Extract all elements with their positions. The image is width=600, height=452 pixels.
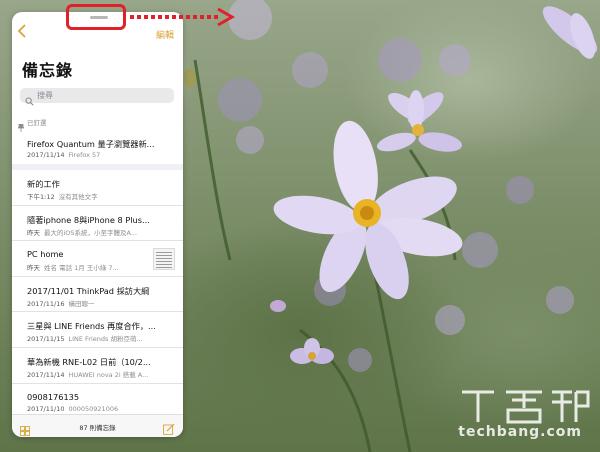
- note-title: 0908176135: [27, 391, 80, 402]
- pin-icon: [17, 117, 25, 132]
- notes-list-panel: 編輯 備忘錄 搜尋 已釘選 Firefox Quantum 量子瀏覽器新... 2…: [12, 12, 183, 437]
- annotation-arrow-right: [130, 7, 236, 27]
- note-date: 下午1:12: [27, 193, 55, 201]
- note-preview: LINE Friends 胡粉亞萌...: [68, 335, 143, 344]
- note-title: 新的工作: [27, 179, 60, 189]
- note-title: 2017/11/01 ThinkPad 採訪大綱: [27, 285, 150, 296]
- note-meta: 2017/11/15 LINE Friends 胡粉亞萌...: [27, 333, 175, 343]
- techbang-watermark: techbang.com: [442, 386, 592, 446]
- note-thumbnail: [153, 248, 175, 271]
- search-placeholder: 搜尋: [37, 91, 53, 100]
- note-date: 2017/11/14: [27, 370, 65, 379]
- note-meta: 2017/11/14 HUAWEI nova 2i 搭載 A...: [27, 369, 175, 379]
- annotation-highlight-box: [66, 4, 126, 30]
- note-row[interactable]: 華為新機 RNE-L02 日前（10/2... 2017/11/14 HUAWEI …: [12, 348, 183, 384]
- note-preview: HUAWEI nova 2i 搭載 A...: [68, 370, 149, 379]
- note-date: 昨天: [27, 264, 40, 273]
- note-preview: 橫田聰一: [68, 299, 95, 308]
- note-preview: 最大的iOS系統，小至字體及A...: [44, 228, 138, 237]
- pinned-section-header: 已釘選: [12, 113, 183, 132]
- chevron-left-icon[interactable]: [17, 24, 31, 40]
- note-preview: 沒有其他文字: [58, 193, 98, 201]
- note-row[interactable]: Firefox Quantum 量子瀏覽器新... 2017/11/14 Firef…: [12, 130, 183, 170]
- edit-button[interactable]: 編輯: [156, 28, 174, 41]
- note-preview: 000050921006: [68, 404, 119, 413]
- page-title: 備忘錄: [22, 61, 74, 80]
- pinned-section-label: 已釘選: [27, 119, 47, 127]
- note-date: 2017/11/16: [27, 299, 65, 308]
- note-meta: 2017/11/16 橫田聰一: [27, 298, 175, 308]
- note-title: Firefox Quantum 量子瀏覽器新...: [27, 139, 155, 149]
- note-date: 昨天: [27, 228, 40, 237]
- note-row[interactable]: 新的工作下午1:12 沒有其他文字: [12, 170, 183, 206]
- note-meta: 昨天 最大的iOS系統，小至字體及A...: [27, 227, 175, 237]
- bottom-toolbar: 87 則備忘錄: [12, 414, 183, 437]
- note-meta: 2017/11/10 000050921006: [27, 405, 175, 413]
- note-date: 2017/11/10: [27, 404, 65, 413]
- note-title: 三星與 LINE Friends 再度合作，...: [27, 321, 156, 332]
- note-row[interactable]: 2017/11/01 ThinkPad 採訪大綱 2017/11/16 橫田聰一: [12, 277, 183, 313]
- compose-icon[interactable]: [163, 420, 175, 435]
- note-date: 2017/11/15: [27, 335, 65, 344]
- note-date: 2017/11/14: [27, 151, 65, 159]
- note-title: 隨著iphone 8與iPhone 8 Plus...: [27, 214, 150, 225]
- notes-list: Firefox Quantum 量子瀏覽器新... 2017/11/14 Firef…: [12, 130, 183, 426]
- search-field[interactable]: 搜尋: [20, 88, 174, 106]
- note-row[interactable]: 三星與 LINE Friends 再度合作，... 2017/11/15 LINE …: [12, 312, 183, 348]
- search-icon: [25, 91, 34, 106]
- note-meta: 2017/11/14 Firefox 57: [27, 151, 175, 159]
- watermark-text: techbang.com: [458, 424, 582, 440]
- note-preview: Firefox 57: [68, 151, 101, 159]
- note-meta: 下午1:12 沒有其他文字: [27, 191, 175, 201]
- notes-count-label: 87 則備忘錄: [79, 424, 116, 432]
- note-preview: 姓名 電話 1月 王小綠 7...: [44, 264, 119, 273]
- note-row[interactable]: 隨著iphone 8與iPhone 8 Plus... 昨天 最大的iOS系統，小至…: [12, 206, 183, 242]
- note-row[interactable]: PC home 昨天 姓名 電話 1月 王小綠 7...: [12, 241, 183, 277]
- note-title: 華為新機 RNE-L02 日前（10/2...: [27, 356, 151, 367]
- techbang-logo-image: [462, 390, 590, 424]
